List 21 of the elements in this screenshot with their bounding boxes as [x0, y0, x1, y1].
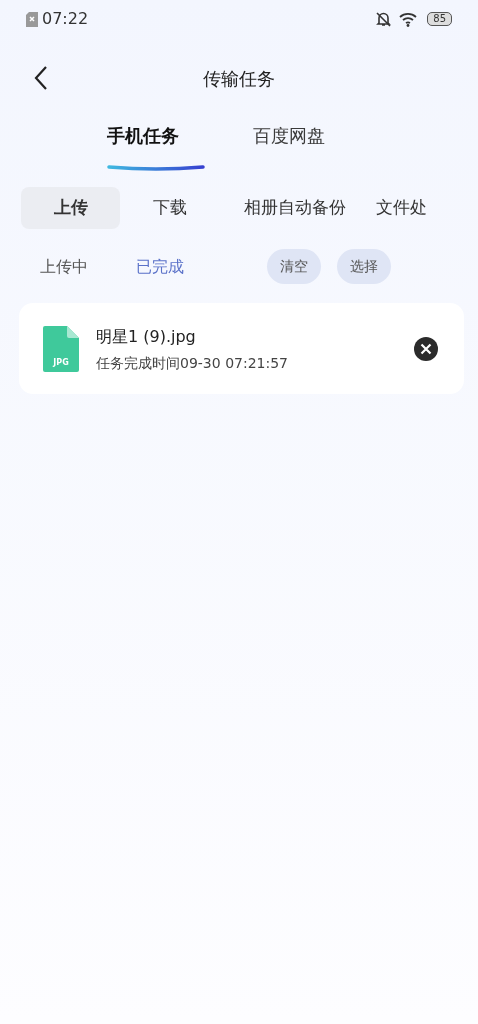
category-tab[interactable]: 文件处	[376, 187, 456, 229]
category-tab[interactable]: 上传	[21, 187, 120, 229]
task-completion-time: 任务完成时间09-30 07:21:57	[96, 353, 289, 373]
file-name: 明星1 (9).jpg	[96, 325, 197, 348]
close-icon[interactable]	[414, 337, 438, 361]
tab[interactable]: 手机任务	[107, 118, 179, 153]
sim-card-icon	[26, 11, 38, 27]
page-title: 传输任务	[203, 66, 275, 91]
back-icon[interactable]	[34, 66, 48, 90]
tab[interactable]: 百度网盘	[253, 118, 325, 153]
clock-time: 07:22	[42, 8, 89, 30]
sub-tab[interactable]: 上传中	[40, 254, 88, 279]
sub-tab[interactable]: 已完成	[136, 254, 184, 279]
category-tab[interactable]: 下载	[120, 187, 220, 229]
bell-muted-icon	[376, 11, 392, 27]
category-tab[interactable]: 相册自动备份	[220, 187, 370, 229]
action-button[interactable]: 清空	[267, 249, 321, 284]
task-card[interactable]: JPG 明星1 (9).jpg 任务完成时间09-30 07:21:57	[19, 302, 464, 394]
image-file-icon: JPG	[43, 326, 79, 372]
action-button[interactable]: 选择	[337, 249, 391, 284]
battery-level: 85	[427, 12, 452, 26]
